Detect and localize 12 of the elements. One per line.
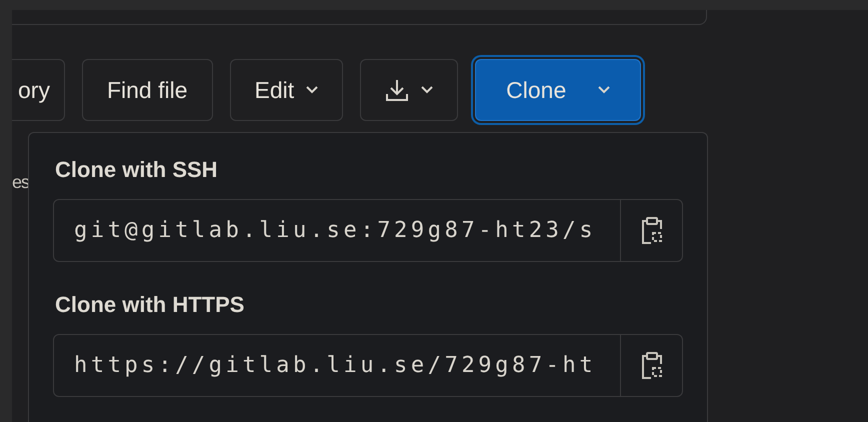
section-title: Clone with SSH (55, 157, 219, 183)
toolbar-button[interactable]: ory (12, 59, 65, 121)
clipboard-icon (640, 352, 662, 380)
download-icon (385, 78, 410, 102)
clipboard-icon (640, 216, 662, 244)
chevron-down-icon (306, 86, 318, 94)
download-dropdown-button[interactable] (360, 59, 458, 121)
chevron-down-icon (598, 86, 610, 94)
chevron-down-icon (421, 86, 434, 94)
find-file-button[interactable]: Find file (82, 59, 212, 121)
edit-dropdown-button[interactable]: Edit (230, 59, 344, 121)
section-title: Clone with HTTPS (55, 292, 246, 318)
